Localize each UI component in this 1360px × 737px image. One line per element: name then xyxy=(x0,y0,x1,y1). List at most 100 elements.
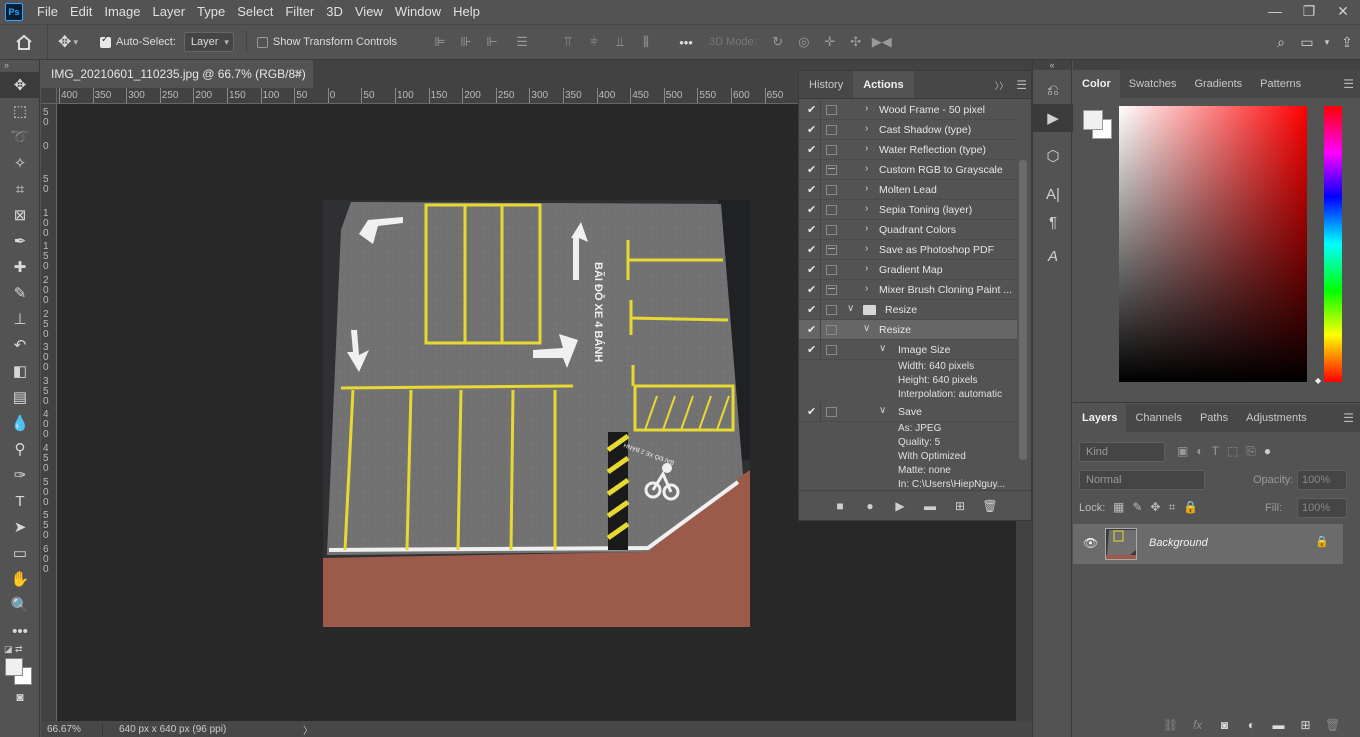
chevron-right-icon[interactable]: › xyxy=(865,183,868,194)
move-tool-icon[interactable]: ✥ xyxy=(0,72,40,98)
collapse-icon[interactable]: » xyxy=(0,60,39,72)
chevron-right-icon[interactable]: › xyxy=(865,263,868,274)
align-vcenter-icon[interactable]: ⫩ xyxy=(581,34,607,50)
lock-artboard-icon[interactable]: ⌗ xyxy=(1168,500,1175,515)
hamburger-icon[interactable]: ☰ xyxy=(1343,404,1354,432)
dialog-toggle-icon[interactable] xyxy=(826,325,837,335)
tab-color[interactable]: Color xyxy=(1073,70,1120,98)
new-layer-icon[interactable]: ⊞ xyxy=(1298,718,1313,732)
panel-menu-icon[interactable]: 〉〉 ☰ xyxy=(995,71,1027,100)
healing-brush-tool-icon[interactable]: ✚ xyxy=(0,254,40,280)
menu-select[interactable]: Select xyxy=(231,0,279,24)
home-button[interactable] xyxy=(0,25,48,59)
zoom-level[interactable]: 66.67% xyxy=(41,723,103,735)
document-tab[interactable]: IMG_20210601_110235.jpg @ 66.7% (RGB/8#)… xyxy=(41,60,313,88)
shape-filter-icon[interactable]: ⬚ xyxy=(1227,444,1238,459)
toggle-item-check-icon[interactable]: ✔ xyxy=(807,103,816,116)
toggle-item-check-icon[interactable]: ✔ xyxy=(807,263,816,276)
history-brush-tool-icon[interactable]: ↶ xyxy=(0,332,40,358)
tab-channels[interactable]: Channels xyxy=(1126,404,1190,432)
menu-image[interactable]: Image xyxy=(98,0,146,24)
action-step-detail[interactable]: In: C:\Users\HiepNguy... xyxy=(799,478,1017,490)
dialog-toggle-icon[interactable] xyxy=(826,245,837,255)
align-bottom-icon[interactable]: ⫫ xyxy=(607,34,633,50)
move-tool-preset[interactable]: ✥ ▾ xyxy=(48,32,88,52)
toggle-item-check-icon[interactable]: ✔ xyxy=(807,163,816,176)
hamburger-icon[interactable]: ☰ xyxy=(1343,70,1354,98)
chevron-down-icon[interactable]: ∨ xyxy=(879,343,886,354)
close-tab-icon[interactable]: ✕ xyxy=(294,60,303,88)
magic-wand-tool-icon[interactable]: ✧ xyxy=(0,150,40,176)
menu-edit[interactable]: Edit xyxy=(64,0,98,24)
link-layers-icon[interactable]: ⛓ xyxy=(1163,718,1178,732)
chevron-down-icon[interactable]: ∨ xyxy=(879,405,886,416)
dialog-toggle-icon[interactable] xyxy=(826,205,837,215)
chevron-down-icon[interactable]: ▾ xyxy=(1320,37,1334,48)
dialog-toggle-icon[interactable] xyxy=(826,265,837,275)
quick-mask-icon[interactable]: ◙ xyxy=(0,688,40,706)
menu-layer[interactable]: Layer xyxy=(147,0,192,24)
chevron-right-icon[interactable]: › xyxy=(865,163,868,174)
menu-file[interactable]: File xyxy=(31,0,64,24)
play-icon[interactable]: ▶ xyxy=(892,499,908,513)
zoom-tool-icon[interactable]: 🔍 xyxy=(0,592,40,618)
action-row[interactable]: ✔ › Custom RGB to Grayscale xyxy=(799,160,1017,180)
action-row[interactable]: ✔ › Quadrant Colors xyxy=(799,220,1017,240)
action-step-detail[interactable]: Quality: 5 xyxy=(799,436,1017,450)
toggle-item-check-icon[interactable]: ✔ xyxy=(807,343,816,356)
foreground-color-swatch[interactable] xyxy=(1083,110,1103,130)
history-icon[interactable]: ⎌ xyxy=(1033,76,1073,104)
3d-panel-icon[interactable]: ⬡ xyxy=(1033,142,1073,170)
hand-tool-icon[interactable]: ✋ xyxy=(0,566,40,592)
layer-row-background[interactable]: 👁 Background 🔒 xyxy=(1073,524,1343,564)
action-row[interactable]: ✔ ∨ Resize xyxy=(799,320,1017,340)
close-window-button[interactable]: ✕ xyxy=(1326,0,1360,24)
frame-tool-icon[interactable]: ⊠ xyxy=(0,202,40,228)
action-row[interactable]: ✔ ∨ Image Size xyxy=(799,340,1017,360)
menu-window[interactable]: Window xyxy=(389,0,447,24)
action-row[interactable]: ✔ › Water Reflection (type) xyxy=(799,140,1017,160)
workspace-icon[interactable]: ▭ xyxy=(1294,34,1320,51)
add-mask-icon[interactable]: ◙ xyxy=(1217,718,1232,732)
actions-icon[interactable]: ▶ xyxy=(1033,104,1073,132)
toggle-item-check-icon[interactable]: ✔ xyxy=(807,123,816,136)
scrollbar-thumb[interactable] xyxy=(1019,160,1027,460)
chevron-right-icon[interactable]: › xyxy=(865,283,868,294)
align-hcenter-icon[interactable]: ⊪ xyxy=(453,34,479,50)
default-colors-icon[interactable]: ◪ ⇄ xyxy=(4,644,23,655)
toggle-item-check-icon[interactable]: ✔ xyxy=(807,143,816,156)
dialog-toggle-icon[interactable] xyxy=(826,145,837,155)
trash-icon[interactable]: 🗑 xyxy=(982,499,998,513)
folder-icon[interactable]: ▬ xyxy=(922,499,938,513)
color-swatches[interactable]: ◪ ⇄ xyxy=(0,644,40,688)
3d-scale-icon[interactable]: ▶◀ xyxy=(869,34,895,50)
tab-actions[interactable]: Actions xyxy=(853,71,914,98)
toggle-item-check-icon[interactable]: ✔ xyxy=(807,283,816,296)
path-selection-tool-icon[interactable]: ➤ xyxy=(0,514,40,540)
brush-tool-icon[interactable]: ✎ xyxy=(0,280,40,306)
tab-swatches[interactable]: Swatches xyxy=(1120,70,1186,98)
auto-select-target-dropdown[interactable]: Layer ▾ xyxy=(183,32,234,52)
chevron-down-icon[interactable]: ∨ xyxy=(863,323,870,334)
glyphs-icon[interactable]: A xyxy=(1033,242,1073,270)
3d-orbit-icon[interactable]: ↻ xyxy=(765,34,791,50)
opacity-field[interactable]: 100% xyxy=(1297,470,1347,490)
tab-adjustments[interactable]: Adjustments xyxy=(1237,404,1316,432)
3d-pan-icon[interactable]: ✛ xyxy=(817,34,843,50)
align-top-icon[interactable]: ⫪ xyxy=(555,34,581,50)
action-step-detail[interactable]: With Optimized xyxy=(799,450,1017,464)
distribute-icon[interactable]: ☰ xyxy=(509,34,535,50)
expand-icon[interactable]: 〉〉 xyxy=(995,81,1009,91)
restore-button[interactable]: ❐ xyxy=(1292,0,1326,24)
3d-roll-icon[interactable]: ◎ xyxy=(791,34,817,50)
lasso-tool-icon[interactable]: ➰ xyxy=(0,124,40,150)
hue-marker-icon[interactable]: ◆ xyxy=(1315,376,1321,385)
menu-view[interactable]: View xyxy=(349,0,389,24)
action-row[interactable]: ✔ › Mixer Brush Cloning Paint ... xyxy=(799,280,1017,300)
lock-icon[interactable]: 🔒 xyxy=(1315,535,1329,548)
lock-transparency-icon[interactable]: ▦ xyxy=(1113,500,1124,515)
align-right-icon[interactable]: ⊩ xyxy=(479,34,505,50)
new-action-icon[interactable]: ⊞ xyxy=(952,499,968,513)
hamburger-icon[interactable]: ☰ xyxy=(1016,78,1027,92)
search-icon[interactable]: ⌕ xyxy=(1268,34,1294,51)
